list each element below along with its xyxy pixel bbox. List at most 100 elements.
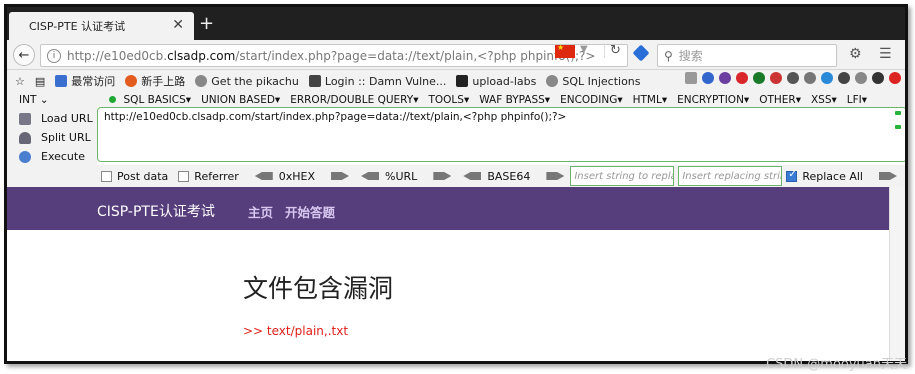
url-path: /start/index.php?page=data://text/plain,… [235, 48, 596, 63]
load-url-button[interactable]: Load URL [19, 112, 93, 125]
library-icon[interactable]: ▤ [35, 75, 45, 88]
hackbar-menu-lfi[interactable]: LFI▾ [847, 94, 867, 106]
extension-toolbar [685, 72, 901, 84]
url-bar[interactable]: i http://e10ed0cb. clsadp.com/start/index… [40, 44, 628, 67]
bookmark-label: upload-labs [472, 74, 537, 88]
search-placeholder: 搜索 [678, 49, 703, 63]
hackbar-menu-other[interactable]: OTHER▾ [759, 94, 801, 106]
search-icon: ⚲ [664, 48, 673, 63]
url-dropdown-icon[interactable]: ▼ [580, 44, 588, 55]
hackbar-menu-sql-basics[interactable]: SQL BASICS▾ [124, 94, 192, 106]
shield-icon[interactable] [753, 72, 765, 84]
bookmark-pikachu[interactable]: Get the pikachu [195, 75, 299, 88]
decode-base64-arrow-icon[interactable] [463, 172, 482, 180]
tab-close-icon[interactable]: ✕ [172, 17, 184, 33]
extension-icon[interactable] [702, 72, 714, 84]
download-icon[interactable] [838, 72, 850, 84]
hackbar-menu-encryption[interactable]: ENCRYPTION▾ [677, 94, 749, 106]
tab-title: CISP-PTE 认证考试 [29, 20, 126, 33]
back-arrow-icon[interactable]: ← [13, 44, 35, 66]
url-prefix: http://e10ed0cb. [67, 48, 168, 63]
hackbar-url-textarea[interactable]: http://e10ed0cb.clsadp.com/start/index.p… [97, 107, 905, 162]
include-output: >> text/plain,.txt [243, 324, 349, 338]
nav-link-home[interactable]: 主页 [248, 202, 273, 221]
url-encode-label: %URL [385, 169, 418, 183]
hackbar-select-int[interactable]: INT ⌄ [19, 94, 49, 106]
new-tab-button[interactable]: + [199, 15, 214, 33]
bookmark-dvwa[interactable]: Login :: Damn Vulne... [308, 74, 447, 88]
bookmark-label: 最常访问 [71, 75, 116, 88]
replace-with-input[interactable]: Insert replacing string [678, 166, 783, 186]
execute-button[interactable]: Execute [19, 150, 85, 163]
play-icon [19, 150, 31, 163]
referrer-checkbox[interactable]: Referrer [178, 170, 239, 183]
globe-icon [546, 75, 559, 87]
base64-label: BASE64 [487, 169, 531, 183]
decode-hex-arrow-icon[interactable] [254, 172, 273, 180]
hackbar-menu-xss[interactable]: XSS▾ [811, 94, 837, 106]
bookmark-label: Login :: Damn Vulne... [324, 74, 447, 88]
url-host: clsadp.com [167, 48, 236, 63]
web-page: CISP-PTE认证考试 主页 开始答题 文件包含漏洞 >> text/plai… [7, 187, 905, 361]
home-icon[interactable] [872, 72, 884, 84]
encode-base64-arrow-icon[interactable] [546, 172, 565, 180]
firefox-icon [125, 75, 138, 87]
extension-icon[interactable] [685, 72, 697, 84]
page-title: 文件包含漏洞 [243, 274, 394, 303]
replace-all-checkbox[interactable]: Replace All [786, 169, 863, 183]
menu-icon[interactable]: ☰ [879, 46, 892, 62]
execute-label: Execute [41, 150, 85, 163]
js-icon[interactable] [889, 72, 901, 84]
bookmark-upload-labs[interactable]: upload-labs [456, 75, 536, 88]
folder-icon [55, 75, 68, 87]
hex-label: 0xHEX [278, 169, 316, 183]
hackbar-menu-waf-bypass[interactable]: WAF BYPASS▾ [479, 94, 550, 106]
checkbox-icon [101, 170, 112, 182]
extension-icon[interactable] [719, 72, 731, 84]
reload-icon[interactable]: ↻ [604, 43, 621, 58]
navigation-bar: ← i http://e10ed0cb. clsadp.com/start/ind… [7, 40, 905, 70]
china-flag-icon [555, 43, 575, 58]
tab-active[interactable]: CISP-PTE 认证考试 ✕ [9, 12, 194, 40]
hackbar-menu-html[interactable]: HTML▾ [633, 94, 668, 106]
hackbar-menu-encoding[interactable]: ENCODING▾ [560, 94, 623, 106]
status-dot-icon [108, 96, 116, 103]
bookmark-label: 新手上路 [141, 75, 186, 88]
split-url-button[interactable]: Split URL [19, 131, 91, 144]
info-icon[interactable]: i [47, 48, 61, 63]
replace-find-input[interactable]: Insert string to replace [570, 166, 675, 186]
gear-icon[interactable]: ⚙ [849, 46, 862, 62]
replace-arrow-icon[interactable] [878, 172, 897, 180]
load-url-label: Load URL [41, 112, 93, 125]
nav-link-start[interactable]: 开始答题 [285, 202, 335, 221]
bookmark-sql-injections[interactable]: SQL Injections [546, 75, 641, 88]
pocket-icon[interactable] [632, 44, 650, 62]
hackbar-menu-error-double-query[interactable]: ERROR/DOUBLE QUERY▾ [290, 94, 418, 106]
load-icon [19, 112, 31, 125]
globe-icon [195, 75, 208, 87]
hackbar-resize-handle[interactable] [895, 111, 901, 139]
decode-url-arrow-icon[interactable] [361, 172, 380, 180]
extension-icon[interactable] [821, 72, 833, 84]
replace-all-label: Replace All [802, 169, 863, 183]
post-data-checkbox[interactable]: Post data [101, 170, 168, 183]
extension-icon[interactable] [770, 72, 782, 84]
bookmark-getting-started[interactable]: 新手上路 [125, 73, 185, 89]
encode-url-arrow-icon[interactable] [433, 172, 452, 180]
hackbar-menu-union-based[interactable]: UNION BASED▾ [201, 94, 280, 106]
extension-icon[interactable] [804, 72, 816, 84]
bookmark-most-visited[interactable]: 最常访问 [55, 73, 115, 89]
star-icon[interactable]: ☆ [15, 75, 25, 88]
site-brand[interactable]: CISP-PTE认证考试 [97, 201, 215, 221]
split-icon [19, 131, 31, 144]
page-scrollbar[interactable] [889, 187, 905, 361]
bookmark-label: Get the pikachu [211, 74, 299, 88]
checkbox-checked-icon [786, 169, 798, 182]
hackbar-menu-tools[interactable]: TOOLS▾ [428, 94, 469, 106]
dvwa-icon [308, 75, 321, 87]
extension-icon[interactable] [787, 72, 799, 84]
encode-hex-arrow-icon[interactable] [331, 172, 350, 180]
search-input[interactable]: ⚲ 搜索 [657, 44, 837, 67]
extension-icon[interactable] [855, 72, 867, 84]
adblock-icon[interactable] [736, 72, 748, 84]
